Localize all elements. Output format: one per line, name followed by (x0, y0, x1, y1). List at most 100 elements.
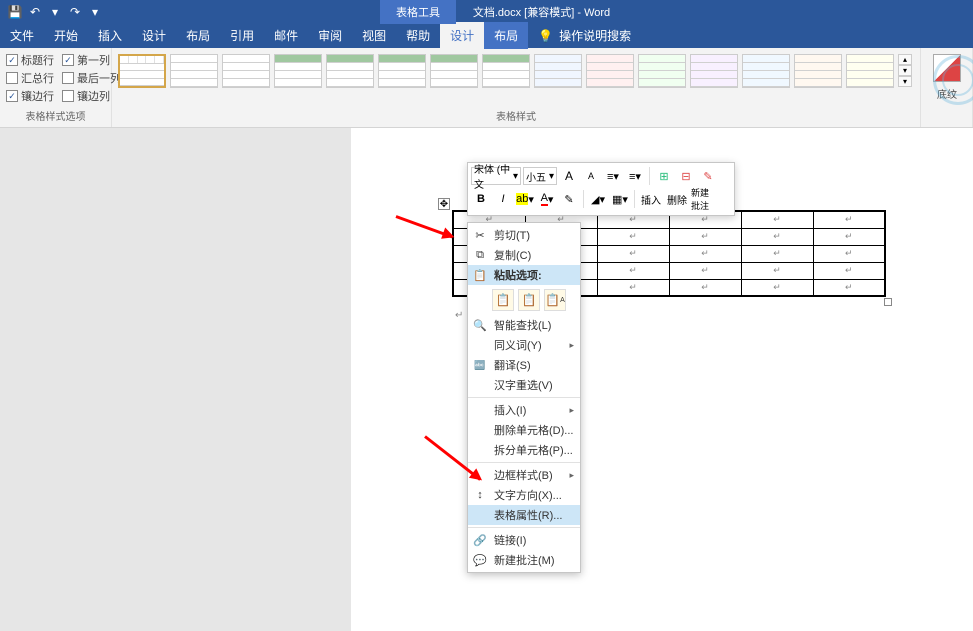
mini-toolbar: 宋体 (中文▾ 小五▾ A A ≡▾ ≡▾ ⊞ ⊟ ✎ B I ab▾ A▾ ✎… (467, 162, 735, 216)
tab-view[interactable]: 视图 (352, 22, 396, 49)
paste-opt-3[interactable]: 📋A (544, 289, 566, 311)
tab-references[interactable]: 引用 (220, 22, 264, 49)
style-thumb-8[interactable] (482, 54, 530, 88)
paste-icon: 📋 (472, 267, 488, 283)
style-thumb-4[interactable] (274, 54, 322, 88)
scroll-up-icon: ▴ (898, 54, 912, 65)
style-thumb-7[interactable] (430, 54, 478, 88)
style-thumb-11[interactable] (638, 54, 686, 88)
tab-layout[interactable]: 布局 (176, 22, 220, 49)
menu-table-properties[interactable]: 表格属性(R)... (468, 505, 580, 525)
style-thumb-9[interactable] (534, 54, 582, 88)
cut-icon: ✂ (472, 227, 488, 243)
tab-design[interactable]: 设计 (132, 22, 176, 49)
tab-table-design[interactable]: 设计 (440, 22, 484, 49)
format-painter-button[interactable]: ✎ (559, 189, 579, 209)
menu-synonyms[interactable]: 同义词(Y)▸ (468, 335, 580, 355)
ribbon-tabs: 文件 开始 插入 设计 布局 引用 邮件 审阅 视图 帮助 设计 布局 💡 操作… (0, 23, 973, 48)
tab-table-layout[interactable]: 布局 (484, 22, 528, 49)
menu-copy[interactable]: ⧉复制(C) (468, 245, 580, 265)
lightbulb-icon: 💡 (538, 29, 553, 43)
border-button[interactable]: ▦▾ (610, 189, 630, 209)
style-thumb-12[interactable] (690, 54, 738, 88)
quick-access-toolbar: 💾 ↶ ▾ ↷ ▾ (0, 5, 110, 19)
bold-button[interactable]: B (471, 189, 491, 209)
tab-file[interactable]: 文件 (0, 22, 44, 49)
style-thumb-13[interactable] (742, 54, 790, 88)
grow-font-button[interactable]: A (559, 166, 579, 186)
menu-translate[interactable]: 🔤翻译(S) (468, 355, 580, 375)
group-label: 表格样式选项 (6, 108, 105, 123)
style-thumb-15[interactable] (846, 54, 894, 88)
table-move-handle[interactable]: ✥ (438, 198, 450, 210)
style-thumb-1[interactable] (118, 54, 166, 88)
menu-insert[interactable]: 插入(I)▸ (468, 400, 580, 420)
new-comment-l1[interactable]: 新建 (691, 186, 709, 199)
submenu-icon: ▸ (569, 340, 574, 351)
group-label-styles: 表格样式 (118, 108, 914, 123)
translate-icon: 🔤 (472, 357, 488, 373)
insert-label[interactable]: 插入 (639, 192, 663, 207)
font-size-select[interactable]: 小五▾ (523, 167, 557, 185)
new-comment-l2[interactable]: 批注 (691, 199, 709, 212)
tell-me-label: 操作说明搜索 (559, 27, 631, 44)
gallery-scroll[interactable]: ▴ ▾ ▾ (898, 54, 912, 87)
menu-cut[interactable]: ✂剪切(T) (468, 225, 580, 245)
font-select[interactable]: 宋体 (中文▾ (471, 167, 521, 185)
shrink-font-button[interactable]: A (581, 166, 601, 186)
delete-table-icon[interactable]: ⊟ (676, 166, 696, 186)
menu-smart-lookup[interactable]: 🔍智能查找(L) (468, 315, 580, 335)
fill-button[interactable]: ◢▾ (588, 189, 608, 209)
highlight-button[interactable]: ab▾ (515, 189, 535, 209)
group-table-style-options: ✓标题行 ✓第一列 汇总行 最后一列 ✓镶边行 镶边列 表格样式选项 (0, 48, 112, 127)
menu-split-cells[interactable]: 拆分单元格(P)... (468, 440, 580, 460)
scroll-down-icon: ▾ (898, 65, 912, 76)
tab-mailings[interactable]: 邮件 (264, 22, 308, 49)
menu-link[interactable]: 🔗链接(I) (468, 530, 580, 550)
style-thumb-3[interactable] (222, 54, 270, 88)
menu-reconvert[interactable]: 汉字重选(V) (468, 375, 580, 395)
menu-new-comment[interactable]: 💬新建批注(M) (468, 550, 580, 570)
document-title: 文档.docx [兼容模式] - Word (110, 4, 973, 20)
tell-me-search[interactable]: 💡 操作说明搜索 (528, 27, 641, 44)
tab-review[interactable]: 审阅 (308, 22, 352, 49)
table-resize-handle[interactable] (884, 298, 892, 306)
check-header-row[interactable]: ✓标题行 (6, 52, 54, 68)
comment-icon[interactable]: ✎ (698, 166, 718, 186)
insert-table-icon[interactable]: ⊞ (654, 166, 674, 186)
dropdown-icon[interactable]: ▾ (48, 5, 62, 19)
italic-button[interactable]: I (493, 189, 513, 209)
submenu-icon: ▸ (569, 405, 574, 416)
paste-opt-1[interactable]: 📋 (492, 289, 514, 311)
text-direction-icon: ↕ (472, 487, 488, 503)
paste-options-row: 📋 📋 📋A (468, 285, 580, 315)
tab-help[interactable]: 帮助 (396, 22, 440, 49)
qat-more-icon[interactable]: ▾ (88, 5, 102, 19)
redo-icon[interactable]: ↷ (68, 5, 82, 19)
title-bar: 💾 ↶ ▾ ↷ ▾ 表格工具 文档.docx [兼容模式] - Word (0, 0, 973, 23)
menu-text-direction[interactable]: ↕文字方向(X)... (468, 485, 580, 505)
numbering-button[interactable]: ≡▾ (625, 166, 645, 186)
undo-icon[interactable]: ↶ (28, 5, 42, 19)
bullets-button[interactable]: ≡▾ (603, 166, 623, 186)
style-thumb-10[interactable] (586, 54, 634, 88)
check-banded-col[interactable]: 镶边列 (62, 88, 110, 104)
menu-delete-cells[interactable]: 删除单元格(D)... (468, 420, 580, 440)
check-total-row[interactable]: 汇总行 (6, 70, 54, 86)
check-banded-row[interactable]: ✓镶边行 (6, 88, 54, 104)
paste-opt-2[interactable]: 📋 (518, 289, 540, 311)
tab-insert[interactable]: 插入 (88, 22, 132, 49)
delete-label[interactable]: 删除 (665, 192, 689, 207)
group-table-styles: ▴ ▾ ▾ 表格样式 (112, 48, 921, 127)
tab-home[interactable]: 开始 (44, 22, 88, 49)
ribbon: ✓标题行 ✓第一列 汇总行 最后一列 ✓镶边行 镶边列 表格样式选项 (0, 48, 973, 128)
check-first-col[interactable]: ✓第一列 (62, 52, 110, 68)
save-icon[interactable]: 💾 (8, 5, 22, 19)
menu-paste-options: 📋粘贴选项: (468, 265, 580, 285)
style-thumb-14[interactable] (794, 54, 842, 88)
font-color-button[interactable]: A▾ (537, 189, 557, 209)
paragraph-mark: ↵ (455, 310, 463, 321)
style-thumb-5[interactable] (326, 54, 374, 88)
style-thumb-2[interactable] (170, 54, 218, 88)
style-thumb-6[interactable] (378, 54, 426, 88)
